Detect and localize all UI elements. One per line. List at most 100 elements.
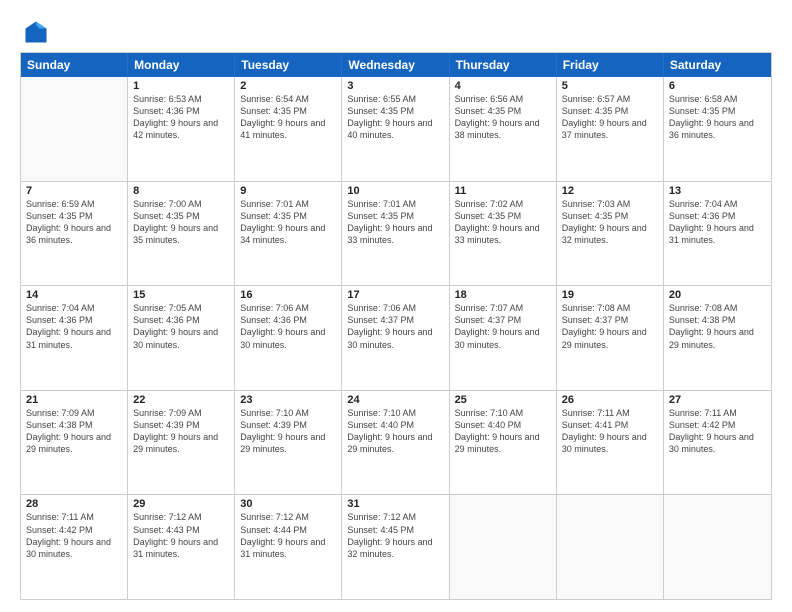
calendar-cell: 16Sunrise: 7:06 AM Sunset: 4:36 PM Dayli…	[235, 286, 342, 390]
calendar-cell: 8Sunrise: 7:00 AM Sunset: 4:35 PM Daylig…	[128, 182, 235, 286]
calendar-cell: 17Sunrise: 7:06 AM Sunset: 4:37 PM Dayli…	[342, 286, 449, 390]
cell-info: Sunrise: 7:12 AM Sunset: 4:43 PM Dayligh…	[133, 511, 229, 560]
day-number: 29	[133, 498, 229, 510]
cell-info: Sunrise: 7:04 AM Sunset: 4:36 PM Dayligh…	[26, 302, 122, 351]
day-number: 18	[455, 289, 551, 301]
cell-info: Sunrise: 7:01 AM Sunset: 4:35 PM Dayligh…	[240, 198, 336, 247]
day-number: 21	[26, 394, 122, 406]
cell-info: Sunrise: 6:57 AM Sunset: 4:35 PM Dayligh…	[562, 93, 658, 142]
cell-info: Sunrise: 7:00 AM Sunset: 4:35 PM Dayligh…	[133, 198, 229, 247]
day-number: 16	[240, 289, 336, 301]
cell-info: Sunrise: 7:08 AM Sunset: 4:38 PM Dayligh…	[669, 302, 766, 351]
weekday-header-saturday: Saturday	[664, 53, 771, 77]
day-number: 22	[133, 394, 229, 406]
day-number: 6	[669, 80, 766, 92]
calendar-cell: 19Sunrise: 7:08 AM Sunset: 4:37 PM Dayli…	[557, 286, 664, 390]
day-number: 14	[26, 289, 122, 301]
logo-icon	[22, 18, 50, 46]
calendar-cell	[450, 495, 557, 599]
weekday-header-tuesday: Tuesday	[235, 53, 342, 77]
cell-info: Sunrise: 7:09 AM Sunset: 4:39 PM Dayligh…	[133, 407, 229, 456]
day-number: 26	[562, 394, 658, 406]
cell-info: Sunrise: 6:58 AM Sunset: 4:35 PM Dayligh…	[669, 93, 766, 142]
day-number: 3	[347, 80, 443, 92]
cell-info: Sunrise: 7:12 AM Sunset: 4:45 PM Dayligh…	[347, 511, 443, 560]
day-number: 12	[562, 185, 658, 197]
calendar-body: 1Sunrise: 6:53 AM Sunset: 4:36 PM Daylig…	[21, 77, 771, 599]
weekday-header-monday: Monday	[128, 53, 235, 77]
header	[20, 18, 772, 42]
calendar: SundayMondayTuesdayWednesdayThursdayFrid…	[20, 52, 772, 600]
calendar-cell: 13Sunrise: 7:04 AM Sunset: 4:36 PM Dayli…	[664, 182, 771, 286]
calendar-cell: 22Sunrise: 7:09 AM Sunset: 4:39 PM Dayli…	[128, 391, 235, 495]
cell-info: Sunrise: 7:10 AM Sunset: 4:40 PM Dayligh…	[347, 407, 443, 456]
calendar-row-2: 14Sunrise: 7:04 AM Sunset: 4:36 PM Dayli…	[21, 285, 771, 390]
calendar-cell: 29Sunrise: 7:12 AM Sunset: 4:43 PM Dayli…	[128, 495, 235, 599]
calendar-cell: 23Sunrise: 7:10 AM Sunset: 4:39 PM Dayli…	[235, 391, 342, 495]
day-number: 20	[669, 289, 766, 301]
cell-info: Sunrise: 7:08 AM Sunset: 4:37 PM Dayligh…	[562, 302, 658, 351]
day-number: 13	[669, 185, 766, 197]
calendar-cell: 1Sunrise: 6:53 AM Sunset: 4:36 PM Daylig…	[128, 77, 235, 181]
day-number: 25	[455, 394, 551, 406]
calendar-cell: 4Sunrise: 6:56 AM Sunset: 4:35 PM Daylig…	[450, 77, 557, 181]
calendar-cell: 18Sunrise: 7:07 AM Sunset: 4:37 PM Dayli…	[450, 286, 557, 390]
calendar-cell: 15Sunrise: 7:05 AM Sunset: 4:36 PM Dayli…	[128, 286, 235, 390]
cell-info: Sunrise: 7:02 AM Sunset: 4:35 PM Dayligh…	[455, 198, 551, 247]
day-number: 19	[562, 289, 658, 301]
calendar-cell: 24Sunrise: 7:10 AM Sunset: 4:40 PM Dayli…	[342, 391, 449, 495]
cell-info: Sunrise: 7:04 AM Sunset: 4:36 PM Dayligh…	[669, 198, 766, 247]
calendar-cell: 26Sunrise: 7:11 AM Sunset: 4:41 PM Dayli…	[557, 391, 664, 495]
cell-info: Sunrise: 7:10 AM Sunset: 4:39 PM Dayligh…	[240, 407, 336, 456]
day-number: 24	[347, 394, 443, 406]
calendar-cell: 5Sunrise: 6:57 AM Sunset: 4:35 PM Daylig…	[557, 77, 664, 181]
day-number: 31	[347, 498, 443, 510]
calendar-row-3: 21Sunrise: 7:09 AM Sunset: 4:38 PM Dayli…	[21, 390, 771, 495]
calendar-header: SundayMondayTuesdayWednesdayThursdayFrid…	[21, 53, 771, 77]
calendar-cell: 28Sunrise: 7:11 AM Sunset: 4:42 PM Dayli…	[21, 495, 128, 599]
calendar-cell: 14Sunrise: 7:04 AM Sunset: 4:36 PM Dayli…	[21, 286, 128, 390]
cell-info: Sunrise: 6:53 AM Sunset: 4:36 PM Dayligh…	[133, 93, 229, 142]
day-number: 1	[133, 80, 229, 92]
day-number: 9	[240, 185, 336, 197]
calendar-cell: 30Sunrise: 7:12 AM Sunset: 4:44 PM Dayli…	[235, 495, 342, 599]
cell-info: Sunrise: 6:54 AM Sunset: 4:35 PM Dayligh…	[240, 93, 336, 142]
cell-info: Sunrise: 7:06 AM Sunset: 4:37 PM Dayligh…	[347, 302, 443, 351]
calendar-cell: 6Sunrise: 6:58 AM Sunset: 4:35 PM Daylig…	[664, 77, 771, 181]
cell-info: Sunrise: 7:11 AM Sunset: 4:42 PM Dayligh…	[669, 407, 766, 456]
cell-info: Sunrise: 7:11 AM Sunset: 4:41 PM Dayligh…	[562, 407, 658, 456]
cell-info: Sunrise: 7:11 AM Sunset: 4:42 PM Dayligh…	[26, 511, 122, 560]
weekday-header-wednesday: Wednesday	[342, 53, 449, 77]
calendar-cell: 9Sunrise: 7:01 AM Sunset: 4:35 PM Daylig…	[235, 182, 342, 286]
day-number: 28	[26, 498, 122, 510]
day-number: 30	[240, 498, 336, 510]
calendar-row-4: 28Sunrise: 7:11 AM Sunset: 4:42 PM Dayli…	[21, 494, 771, 599]
calendar-cell	[664, 495, 771, 599]
day-number: 7	[26, 185, 122, 197]
cell-info: Sunrise: 6:59 AM Sunset: 4:35 PM Dayligh…	[26, 198, 122, 247]
calendar-row-0: 1Sunrise: 6:53 AM Sunset: 4:36 PM Daylig…	[21, 77, 771, 181]
calendar-cell: 20Sunrise: 7:08 AM Sunset: 4:38 PM Dayli…	[664, 286, 771, 390]
weekday-header-sunday: Sunday	[21, 53, 128, 77]
day-number: 15	[133, 289, 229, 301]
page: SundayMondayTuesdayWednesdayThursdayFrid…	[0, 0, 792, 612]
cell-info: Sunrise: 7:12 AM Sunset: 4:44 PM Dayligh…	[240, 511, 336, 560]
day-number: 27	[669, 394, 766, 406]
cell-info: Sunrise: 6:55 AM Sunset: 4:35 PM Dayligh…	[347, 93, 443, 142]
day-number: 8	[133, 185, 229, 197]
calendar-cell: 7Sunrise: 6:59 AM Sunset: 4:35 PM Daylig…	[21, 182, 128, 286]
cell-info: Sunrise: 7:10 AM Sunset: 4:40 PM Dayligh…	[455, 407, 551, 456]
calendar-cell	[21, 77, 128, 181]
calendar-cell	[557, 495, 664, 599]
day-number: 5	[562, 80, 658, 92]
calendar-cell: 11Sunrise: 7:02 AM Sunset: 4:35 PM Dayli…	[450, 182, 557, 286]
day-number: 2	[240, 80, 336, 92]
day-number: 17	[347, 289, 443, 301]
day-number: 11	[455, 185, 551, 197]
weekday-header-thursday: Thursday	[450, 53, 557, 77]
cell-info: Sunrise: 7:09 AM Sunset: 4:38 PM Dayligh…	[26, 407, 122, 456]
calendar-cell: 2Sunrise: 6:54 AM Sunset: 4:35 PM Daylig…	[235, 77, 342, 181]
calendar-cell: 27Sunrise: 7:11 AM Sunset: 4:42 PM Dayli…	[664, 391, 771, 495]
logo-text	[20, 18, 50, 46]
weekday-header-friday: Friday	[557, 53, 664, 77]
